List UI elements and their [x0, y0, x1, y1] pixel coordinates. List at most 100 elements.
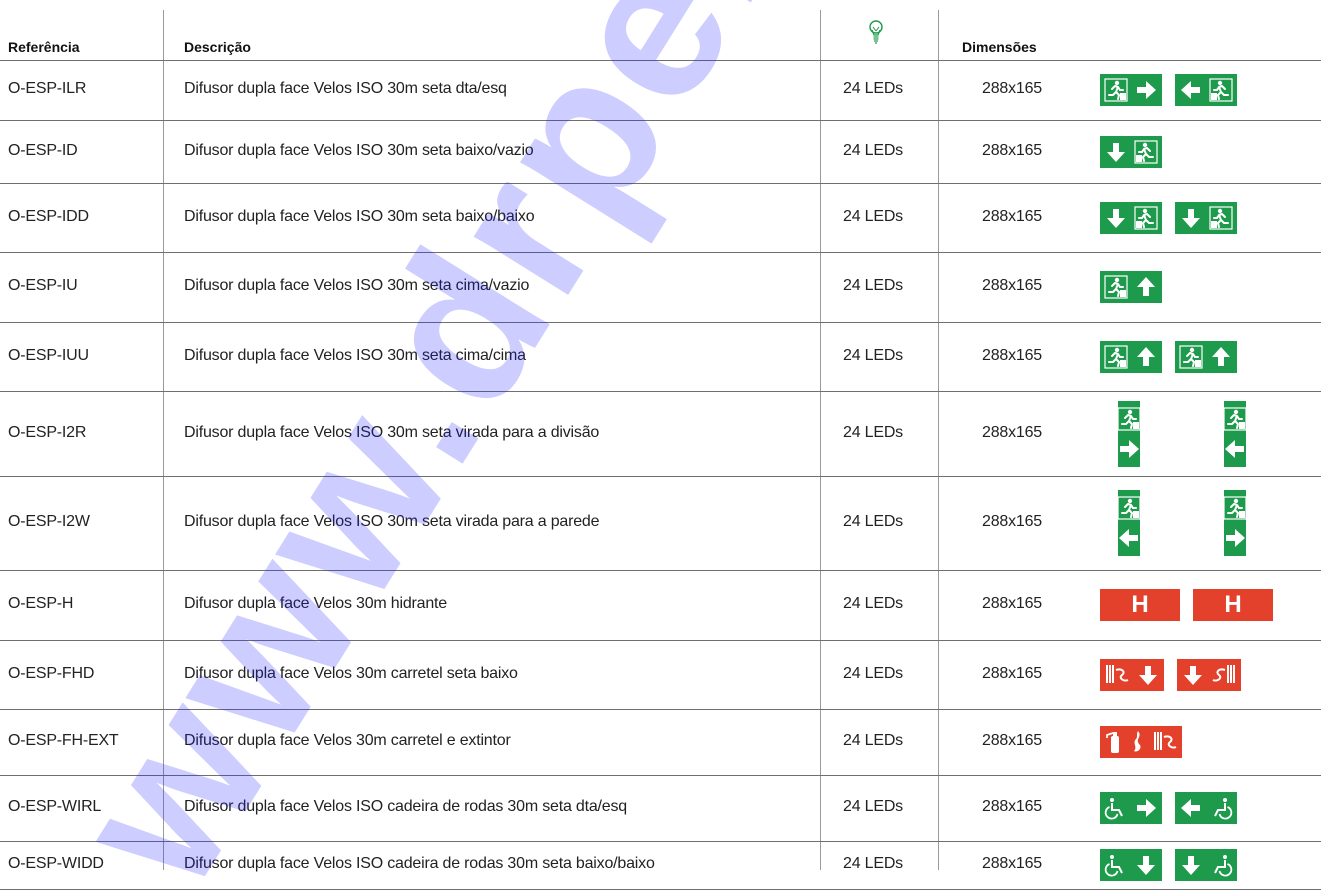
dimensions-cell: 288x165 [982, 732, 1042, 749]
exit-down-sign-icon [1100, 201, 1162, 234]
description-cell: Difusor dupla face Velos ISO 30m seta vi… [184, 423, 600, 441]
column-divider [163, 10, 164, 870]
exit-up-sign-icon [1100, 340, 1162, 373]
description-cell: Difusor dupla face Velos 30m carretel se… [184, 664, 518, 682]
exit-right-sign-icon [1100, 74, 1162, 106]
leds-cell: 24 LEDs [843, 277, 903, 294]
sign-group [1100, 726, 1182, 758]
hydrant-sign-icon: H [1193, 589, 1273, 621]
exit-vertical-left-sign-icon [1117, 490, 1141, 556]
row-separator [0, 252, 1321, 253]
exit-up-sign-icon [1175, 340, 1237, 373]
description-cell: Difusor dupla face Velos ISO 30m seta ci… [184, 346, 526, 364]
down-hose-reel-sign-icon [1177, 658, 1241, 691]
exit-left-sign-icon [1175, 74, 1237, 106]
exit-vertical-left-sign-icon [1223, 400, 1247, 467]
row-separator [0, 322, 1321, 323]
dimensions-cell: 288x165 [982, 513, 1042, 530]
leds-cell: 24 LEDs [843, 423, 903, 441]
leds-cell: 24 LEDs [843, 855, 903, 872]
row-separator [0, 391, 1321, 392]
reference-cell: O-ESP-H [8, 595, 74, 612]
leds-cell: 24 LEDs [843, 664, 903, 682]
leds-cell: 24 LEDs [843, 732, 903, 749]
dimensions-cell: 288x165 [982, 80, 1042, 97]
description-cell: Difusor dupla face Velos 30m carretel e … [184, 732, 511, 749]
leds-cell: 24 LEDs [843, 207, 903, 225]
reference-cell: O-ESP-WIDD [8, 855, 104, 872]
sign-group [1117, 400, 1247, 467]
leds-cell: 24 LEDs [843, 595, 903, 612]
sign-group [1100, 271, 1162, 303]
header-referencia: Referência [8, 39, 80, 55]
dimensions-cell: 288x165 [982, 664, 1042, 682]
extinguisher-hose-reel-sign-icon [1100, 726, 1182, 758]
sign-group [1100, 792, 1237, 824]
reference-cell: O-ESP-IUU [8, 346, 89, 364]
reference-cell: O-ESP-IU [8, 277, 78, 294]
reference-cell: O-ESP-FHD [8, 664, 95, 682]
row-separator [0, 889, 1321, 890]
sign-group [1100, 135, 1162, 168]
reference-cell: O-ESP-I2W [8, 513, 90, 530]
row-separator [0, 476, 1321, 477]
dimensions-cell: 288x165 [982, 423, 1042, 441]
wheelchair-right-sign-icon [1100, 792, 1162, 824]
header-underline [0, 60, 1321, 61]
exit-vertical-right-sign-icon [1117, 400, 1141, 467]
svg-text:www.drpeixe: www.drpeixe [28, 0, 945, 891]
dimensions-cell: 288x165 [982, 346, 1042, 364]
exit-up-sign-icon [1100, 271, 1162, 303]
description-cell: Difusor dupla face Velos ISO 30m seta ba… [184, 141, 534, 159]
description-cell: Difusor dupla face Velos 30m hidrante [184, 595, 447, 612]
header-descricao: Descrição [184, 39, 251, 55]
row-separator [0, 640, 1321, 641]
exit-down-sign-icon [1100, 135, 1162, 168]
down-wheelchair-sign-icon [1175, 849, 1237, 881]
sign-group: HH [1100, 589, 1273, 621]
dimensions-cell: 288x165 [982, 798, 1042, 815]
reference-cell: O-ESP-ID [8, 141, 78, 159]
sign-group [1100, 74, 1237, 106]
hose-reel-down-sign-icon [1100, 658, 1164, 691]
dimensions-cell: 288x165 [982, 277, 1042, 294]
dimensions-cell: 288x165 [982, 855, 1042, 872]
leds-cell: 24 LEDs [843, 80, 903, 97]
exit-down-sign-icon [1175, 201, 1237, 234]
dimensions-cell: 288x165 [982, 595, 1042, 612]
sign-group [1117, 490, 1247, 556]
sign-group [1100, 849, 1237, 881]
row-separator [0, 570, 1321, 571]
column-divider [820, 10, 821, 870]
description-cell: Difusor dupla face Velos ISO cadeira de … [184, 855, 655, 872]
description-cell: Difusor dupla face Velos ISO 30m seta vi… [184, 513, 600, 530]
reference-cell: O-ESP-WIRL [8, 798, 102, 815]
row-separator [0, 841, 1321, 842]
sign-group [1100, 340, 1237, 373]
reference-cell: O-ESP-ILR [8, 80, 87, 97]
header-dimensoes: Dimensões [962, 39, 1037, 55]
description-cell: Difusor dupla face Velos ISO cadeira de … [184, 798, 627, 815]
row-separator [0, 709, 1321, 710]
row-separator [0, 183, 1321, 184]
leds-cell: 24 LEDs [843, 346, 903, 364]
sign-group [1100, 201, 1237, 234]
description-cell: Difusor dupla face Velos ISO 30m seta ba… [184, 207, 535, 225]
description-cell: Difusor dupla face Velos ISO 30m seta ci… [184, 277, 530, 294]
description-cell: Difusor dupla face Velos ISO 30m seta dt… [184, 80, 507, 97]
row-separator [0, 120, 1321, 121]
row-separator [0, 775, 1321, 776]
lightbulb-icon [869, 20, 883, 44]
dimensions-cell: 288x165 [982, 207, 1042, 225]
column-divider [938, 10, 939, 870]
reference-cell: O-ESP-IDD [8, 207, 89, 225]
sign-group [1100, 658, 1241, 691]
exit-vertical-right-sign-icon [1223, 490, 1247, 556]
reference-cell: O-ESP-FH-EXT [8, 732, 119, 749]
wheelchair-left-sign-icon [1175, 792, 1237, 824]
hydrant-sign-icon: H [1100, 589, 1180, 621]
reference-cell: O-ESP-I2R [8, 423, 87, 441]
leds-cell: 24 LEDs [843, 141, 903, 159]
dimensions-cell: 288x165 [982, 141, 1042, 159]
wheelchair-down-sign-icon [1100, 849, 1162, 881]
